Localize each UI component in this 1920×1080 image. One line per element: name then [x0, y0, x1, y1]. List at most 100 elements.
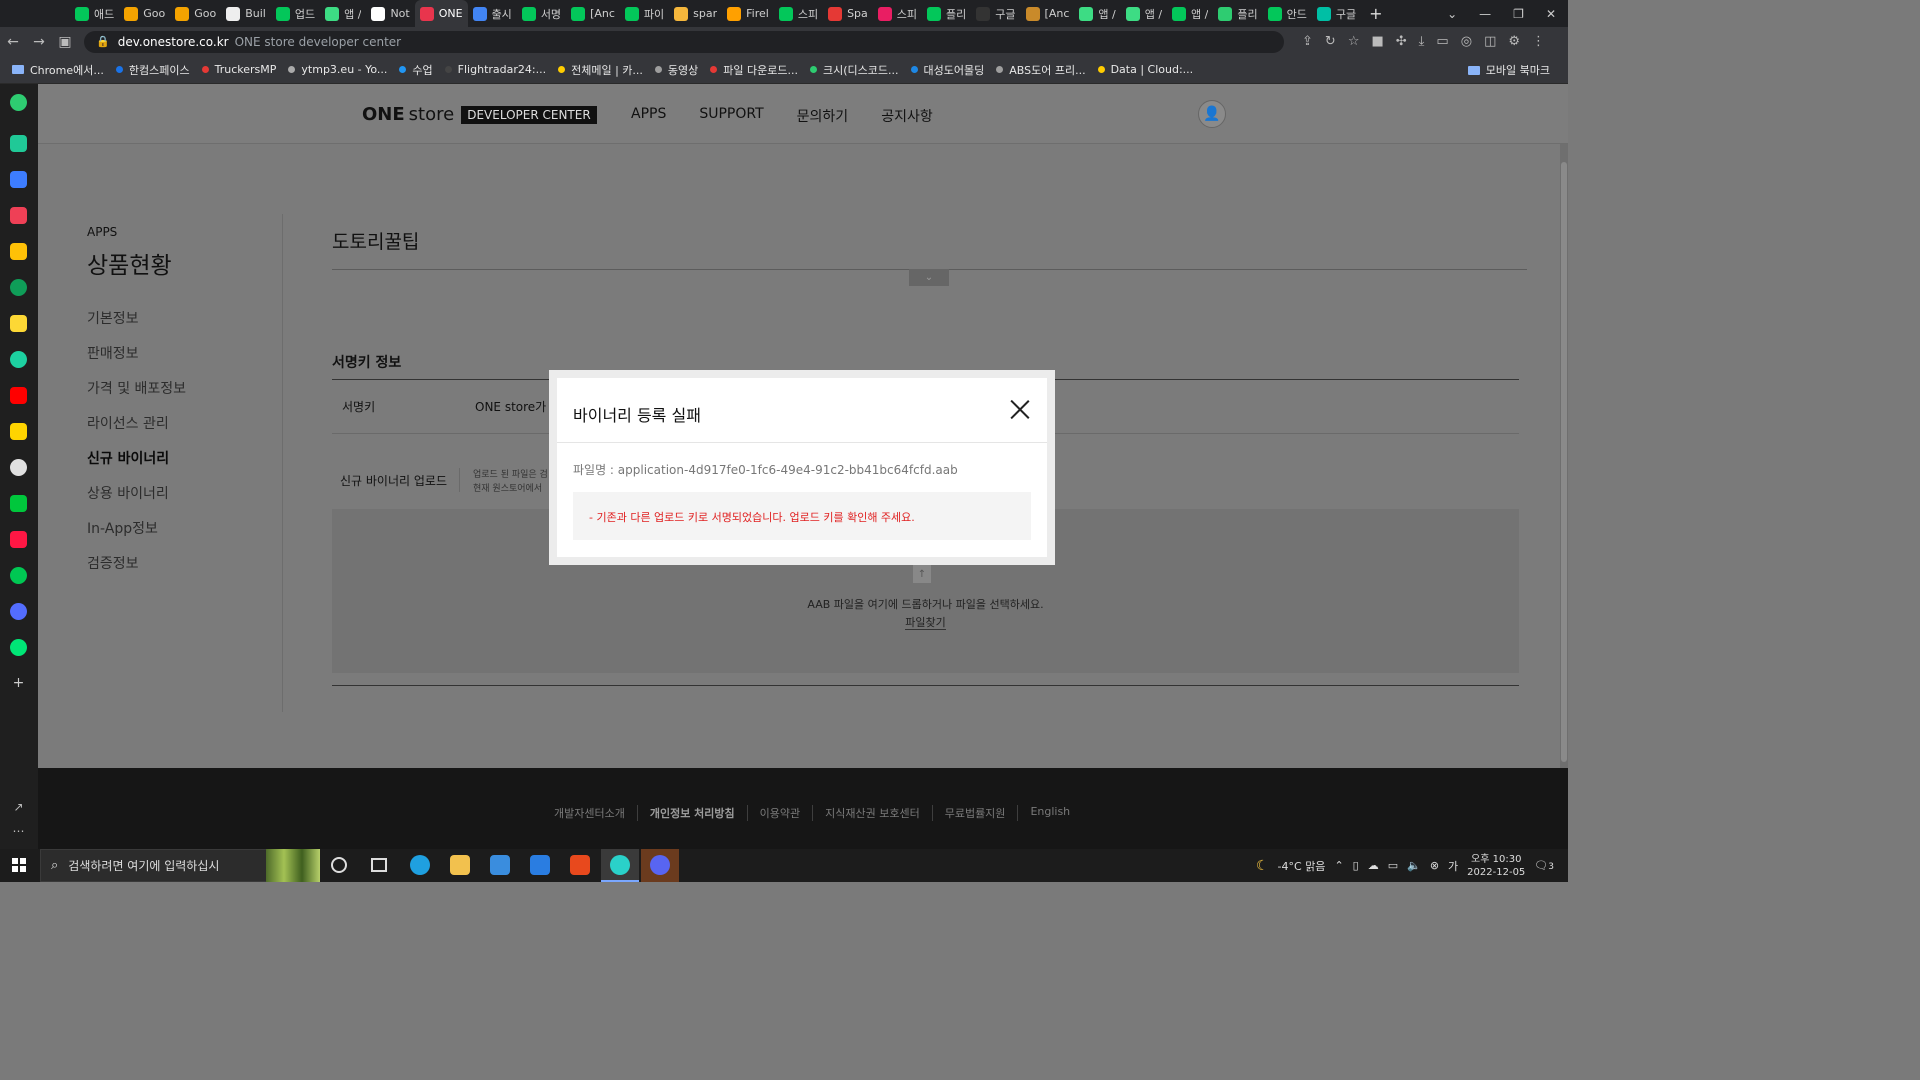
settings-icon[interactable]: ⚙: [1508, 34, 1520, 49]
browser-tab[interactable]: 업드: [271, 0, 320, 27]
browser-tab[interactable]: Spa: [823, 0, 873, 27]
tab-search-icon[interactable]: ⌄: [1447, 7, 1457, 21]
sidebar-app-icon[interactable]: [10, 531, 27, 548]
browser-tab[interactable]: [Anc: [566, 0, 620, 27]
sidebar-popout-icon[interactable]: ↗: [10, 799, 27, 816]
store-icon[interactable]: [490, 855, 510, 875]
footer-link[interactable]: 개인정보 처리방침: [636, 805, 747, 821]
sidebar-add-icon[interactable]: +: [10, 675, 27, 692]
notification-icon[interactable]: 🗨3: [1534, 859, 1554, 872]
onestore-logo[interactable]: ONE store DEVELOPER CENTER: [362, 104, 597, 125]
bookmark-item[interactable]: 크시(디스코드...: [809, 62, 899, 78]
volume-icon[interactable]: 🔈: [1407, 859, 1421, 872]
sidebar-app-icon[interactable]: [10, 423, 27, 440]
nav-apps[interactable]: APPS: [631, 106, 666, 126]
lnb-item[interactable]: 판매정보: [87, 337, 186, 372]
tray-status-icon[interactable]: ⊗: [1430, 859, 1439, 872]
sidebar-app-icon[interactable]: [10, 459, 27, 476]
bookmark-item[interactable]: Flightradar24:...: [444, 63, 546, 76]
taskbar-discord[interactable]: [641, 849, 679, 882]
sidebar-app-icon[interactable]: [10, 495, 27, 512]
browser-tab[interactable]: 플리: [922, 0, 971, 27]
lnb-item[interactable]: 기본정보: [87, 302, 186, 337]
download-icon[interactable]: ⤓: [1419, 34, 1425, 49]
lnb-item[interactable]: 상용 바이너리: [87, 477, 186, 512]
task-view-icon[interactable]: [371, 858, 387, 872]
browser-tab[interactable]: 서명: [517, 0, 566, 27]
sidebar-app-icon[interactable]: [10, 135, 27, 152]
site-info-icon[interactable]: ▣: [52, 34, 78, 50]
browser-tab[interactable]: Goo: [170, 0, 221, 27]
browser-tab[interactable]: Not: [366, 0, 414, 27]
new-tab-button[interactable]: +: [1369, 4, 1382, 23]
browser-tab[interactable]: ONE: [414, 0, 468, 27]
close-icon[interactable]: [1008, 398, 1032, 422]
browser-tab[interactable]: 파이: [620, 0, 669, 27]
footer-link[interactable]: 개발자센터소개: [554, 805, 637, 821]
footer-link[interactable]: 지식재산권 보호센터: [812, 805, 932, 821]
bookmark-item[interactable]: 파일 다운로드...: [710, 62, 798, 78]
find-file-link[interactable]: 파일찾기: [332, 614, 1519, 630]
sidebar-more-icon[interactable]: ⋯: [10, 823, 27, 840]
screenshot-icon[interactable]: ◎: [1461, 34, 1472, 49]
lnb-item[interactable]: In-App정보: [87, 512, 186, 547]
onedrive-icon[interactable]: ☁: [1368, 859, 1379, 872]
mobile-bookmarks[interactable]: 모바일 북마크: [1467, 56, 1550, 83]
network-icon[interactable]: ▭: [1388, 859, 1398, 872]
page-scrollbar[interactable]: [1560, 144, 1568, 849]
sidebar-app-icon[interactable]: [10, 171, 27, 188]
bookmark-item[interactable]: ABS도어 프리...: [996, 62, 1086, 78]
bookmark-item[interactable]: Chrome에서...: [12, 62, 104, 78]
share-icon[interactable]: ⇪: [1302, 34, 1313, 49]
expand-toggle[interactable]: ⌄: [909, 269, 949, 286]
tray-up-icon[interactable]: ⌃: [1334, 859, 1343, 872]
file-explorer-icon[interactable]: [450, 855, 470, 875]
puzzle-icon[interactable]: ✣: [1396, 34, 1407, 49]
footer-link[interactable]: English: [1017, 805, 1082, 821]
taskbar-browser-active[interactable]: [601, 849, 639, 882]
browser-tab[interactable]: [Anc: [1021, 0, 1075, 27]
sidebar-app-icon[interactable]: [10, 387, 27, 404]
lnb-item[interactable]: 라이선스 관리: [87, 407, 186, 442]
sidebar-app-icon[interactable]: [10, 94, 27, 111]
back-icon[interactable]: ←: [0, 34, 26, 50]
footer-link[interactable]: 무료법률지원: [931, 805, 1018, 821]
browser-tab[interactable]: 안드: [1263, 0, 1312, 27]
cortana-icon[interactable]: [331, 857, 347, 873]
edge-icon[interactable]: [410, 855, 430, 875]
footer-link[interactable]: 이용약관: [746, 805, 812, 821]
sidebar-app-icon[interactable]: [10, 639, 27, 656]
sidebar-app-icon[interactable]: [10, 243, 27, 260]
office-icon[interactable]: [570, 855, 590, 875]
clock[interactable]: 오후 10:30 2022-12-05: [1467, 853, 1525, 879]
sidebar-app-icon[interactable]: [10, 315, 27, 332]
browser-tab[interactable]: 애드: [70, 0, 119, 27]
lnb-item[interactable]: 검증정보: [87, 547, 186, 582]
browser-tab[interactable]: spar: [669, 0, 722, 27]
ime-icon[interactable]: 가: [1448, 858, 1458, 874]
minimize-button[interactable]: —: [1479, 7, 1491, 21]
bookmark-item[interactable]: TruckersMP: [201, 63, 276, 76]
url-field[interactable]: 🔒 dev.onestore.co.kr ONE store developer…: [84, 30, 1284, 53]
browser-tab[interactable]: 구글: [971, 0, 1020, 27]
media-icon[interactable]: ▭: [1436, 34, 1448, 49]
forward-icon[interactable]: →: [26, 34, 52, 50]
sidebar-icon[interactable]: ◫: [1484, 34, 1496, 49]
browser-menu-icon[interactable]: [0, 0, 70, 27]
refresh-icon[interactable]: ↻: [1325, 34, 1336, 49]
bookmark-item[interactable]: 전체메일 | 카...: [558, 62, 643, 78]
bookmark-item[interactable]: 한컴스페이스: [115, 62, 190, 78]
browser-tab[interactable]: 앱 /: [1121, 0, 1167, 27]
nav-inquiry[interactable]: 문의하기: [797, 106, 849, 126]
windows-start-icon[interactable]: [12, 858, 26, 872]
sidebar-app-icon[interactable]: [10, 207, 27, 224]
bookmark-star-icon[interactable]: ☆: [1348, 34, 1360, 49]
browser-tab[interactable]: Firel: [722, 0, 774, 27]
extension-icon[interactable]: ■: [1371, 34, 1383, 49]
browser-tab[interactable]: Buil: [221, 0, 271, 27]
sidebar-app-icon[interactable]: [10, 351, 27, 368]
nav-support[interactable]: SUPPORT: [699, 106, 763, 126]
weather-text[interactable]: -4°C 맑음: [1278, 858, 1326, 874]
restore-button[interactable]: ❐: [1513, 7, 1524, 21]
browser-tab[interactable]: 스피: [774, 0, 823, 27]
